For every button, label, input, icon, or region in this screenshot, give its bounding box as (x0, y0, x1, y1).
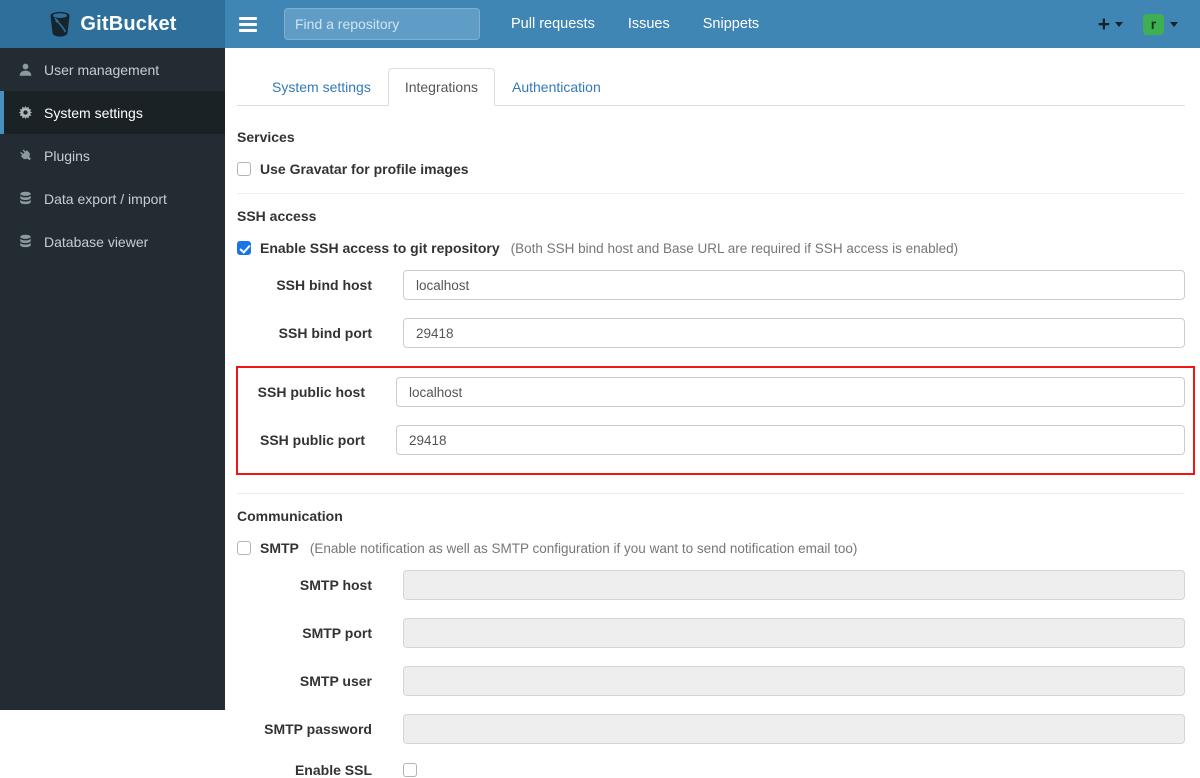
smtp-port-label: SMTP port (302, 625, 372, 641)
ssh-bind-host-input[interactable] (403, 270, 1185, 300)
create-new-dropdown[interactable]: + (1098, 14, 1123, 35)
services-heading: Services (237, 129, 295, 145)
gitbucket-logo-icon (48, 11, 72, 37)
database-icon (18, 191, 33, 206)
ssh-public-host-label: SSH public host (257, 384, 365, 400)
tab-system-settings[interactable]: System settings (255, 68, 388, 106)
gravatar-checkbox[interactable] (237, 162, 251, 176)
tab-integrations[interactable]: Integrations (387, 68, 495, 106)
ssh-bind-port-input[interactable] (403, 318, 1185, 348)
nav-link-issues[interactable]: Issues (628, 16, 670, 32)
top-navbar: GitBucket Pull requests Issues Snippets … (0, 0, 1200, 48)
section-divider (237, 193, 1185, 194)
enable-ssl-label: Enable SSL (294, 762, 372, 778)
smtp-password-input (403, 714, 1185, 744)
sidebar-item-label: Data export / import (44, 190, 167, 207)
section-divider (237, 493, 1185, 494)
gravatar-checkbox-label[interactable]: Use Gravatar for profile images (260, 161, 469, 177)
tab-authentication[interactable]: Authentication (495, 68, 618, 106)
sidebar-item-database-viewer[interactable]: Database viewer (0, 220, 225, 263)
plug-icon (18, 148, 33, 163)
enable-ssh-note: (Both SSH bind host and Base URL are req… (510, 240, 959, 256)
ssh-public-port-input[interactable] (396, 425, 1185, 455)
navbar-right: + r (1098, 13, 1200, 35)
sidebar-item-label: Database viewer (44, 233, 149, 250)
sidebar-item-label: User management (44, 61, 160, 78)
smtp-note: (Enable notification as well as SMTP con… (309, 540, 858, 556)
ssh-bind-host-label: SSH bind host (276, 277, 372, 293)
chevron-down-icon (1170, 21, 1178, 27)
main-content: System settings Integrations Authenticat… (225, 48, 1200, 778)
smtp-host-label: SMTP host (299, 577, 372, 593)
sidebar-item-label: System settings (44, 104, 143, 121)
enable-ssh-checkbox-label[interactable]: Enable SSH access to git repository (260, 240, 500, 256)
smtp-checkbox[interactable] (237, 541, 251, 555)
smtp-password-label: SMTP password (264, 721, 372, 737)
ssh-public-highlight-box: SSH public host SSH public port (236, 366, 1195, 475)
ssh-public-host-input[interactable] (396, 377, 1185, 407)
sidebar-item-plugins[interactable]: Plugins (0, 134, 225, 177)
ssh-access-heading: SSH access (237, 208, 317, 224)
avatar: r (1143, 13, 1164, 35)
sidebar-toggle-hamburger-icon[interactable] (239, 16, 257, 32)
sidebar-item-user-management[interactable]: User management (0, 48, 225, 91)
brand-home-link[interactable]: GitBucket (0, 0, 225, 48)
enable-ssl-checkbox[interactable] (403, 763, 417, 777)
nav-link-pull-requests[interactable]: Pull requests (511, 16, 595, 32)
smtp-checkbox-label[interactable]: SMTP (260, 540, 299, 556)
user-icon (18, 62, 33, 77)
gear-icon (18, 105, 33, 120)
user-account-dropdown[interactable]: r (1143, 13, 1178, 35)
navbar-links: Pull requests Issues Snippets (511, 16, 759, 32)
smtp-host-input (403, 570, 1185, 600)
sidebar-item-label: Plugins (44, 147, 90, 164)
plus-icon: + (1097, 12, 1110, 36)
enable-ssh-checkbox[interactable] (237, 241, 251, 255)
ssh-public-port-label: SSH public port (260, 432, 365, 448)
sidebar-item-data-export-import[interactable]: Data export / import (0, 177, 225, 220)
sidebar-item-system-settings[interactable]: System settings (0, 91, 225, 134)
chevron-down-icon (1115, 21, 1123, 27)
smtp-user-label: SMTP user (299, 673, 372, 689)
communication-heading: Communication (237, 508, 343, 524)
ssh-bind-port-label: SSH bind port (278, 325, 372, 341)
smtp-port-input (403, 618, 1185, 648)
nav-link-snippets[interactable]: Snippets (703, 16, 759, 32)
database-icon (18, 234, 33, 249)
brand-title: GitBucket (80, 12, 177, 35)
repository-search-input[interactable] (284, 8, 480, 40)
settings-tabs: System settings Integrations Authenticat… (237, 68, 1185, 106)
smtp-user-input (403, 666, 1185, 696)
admin-sidebar: User management System settings Plugins … (0, 48, 225, 710)
